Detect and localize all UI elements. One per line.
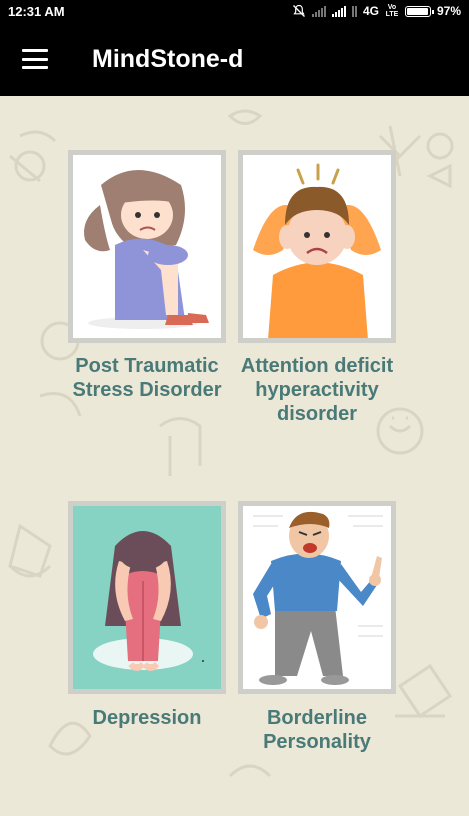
card-borderline-image — [238, 501, 396, 694]
status-bar: 12:31 AM 4G Vo LTE 97% — [0, 0, 469, 22]
battery-fill — [406, 7, 429, 15]
status-icons: 4G Vo LTE 97% — [292, 4, 461, 18]
hamburger-menu-icon[interactable] — [22, 49, 48, 69]
app-title: MindStone-d — [92, 44, 244, 73]
depressed-woman-illustration — [73, 506, 221, 689]
card-adhd-image — [238, 150, 396, 343]
card-adhd-label: Attention deficit hyperactivity disorder — [240, 355, 394, 425]
data-arrows-icon — [351, 5, 357, 17]
status-time: 12:31 AM — [8, 3, 65, 19]
card-borderline-label: Borderline Personality — [263, 707, 371, 753]
notifications-muted-icon — [292, 4, 305, 17]
stressed-boy-illustration — [243, 155, 391, 338]
app-bar: MindStone-d — [0, 22, 469, 96]
card-ptsd-image — [68, 150, 226, 343]
card-depression-image — [68, 501, 226, 694]
angry-man-illustration — [243, 506, 391, 689]
card-ptsd-label: Post Traumatic Stress Disorder — [72, 355, 222, 401]
battery-percent: 97% — [436, 4, 461, 18]
signal-sim2-icon — [331, 5, 346, 17]
signal-sim1-icon — [311, 5, 326, 17]
network-type: 4G — [362, 4, 379, 18]
volte-badge: Vo LTE — [385, 4, 399, 18]
battery-icon — [404, 5, 434, 17]
card-depression-label: Depression — [92, 707, 202, 729]
sad-girl-illustration — [73, 155, 221, 338]
